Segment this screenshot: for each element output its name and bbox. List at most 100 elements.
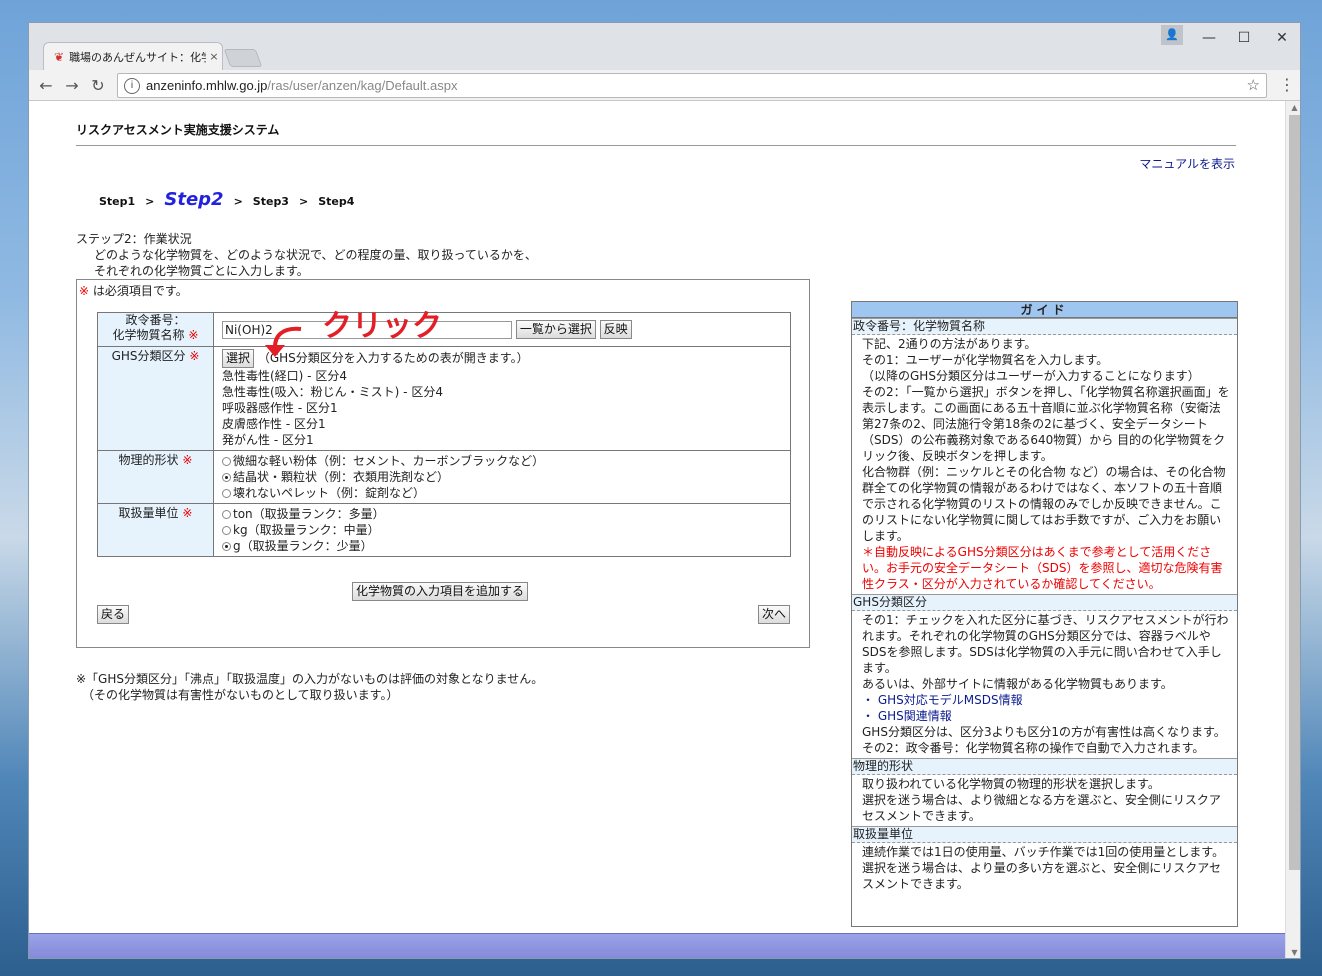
ghs-label: GHS分類区分 ※ [97, 346, 214, 451]
physical-option-label: 壊れないペレット（例：錠剤など） [233, 486, 426, 500]
footer-note-line: ※「GHS分類区分」「沸点」「取扱温度」の入力がないものは評価の対象となりません… [76, 672, 544, 686]
quantity-option[interactable]: ton（取扱量ランク：多量） [222, 506, 782, 522]
back-button[interactable]: 戻る [97, 605, 130, 624]
scrollbar-thumb[interactable] [1289, 115, 1300, 870]
ghs-item: 発がん性 - 区分1 [222, 433, 314, 447]
radio-button[interactable] [222, 526, 231, 535]
url-host: anzeninfo.mhlw.go.jp [146, 78, 268, 93]
footer-note: ※「GHS分類区分」「沸点」「取扱温度」の入力がないものは評価の対象となりません… [76, 671, 543, 703]
radio-button[interactable] [222, 489, 231, 498]
guide-text: あるいは、外部サイトに情報がある化学物質もあります。 [862, 677, 1173, 691]
close-window-icon[interactable]: ✕ [1267, 27, 1297, 49]
required-mark: ※ [189, 349, 200, 363]
ghs-select-button[interactable]: 選択 [222, 349, 255, 368]
vertical-scrollbar[interactable]: ▲ ▼ [1285, 101, 1300, 958]
ghs-item: 皮膚感作性 - 区分1 [222, 417, 326, 431]
input-form: ※ は必須項目です。 政令番号： 化学物質名称 ※ Ni(OH)2 一覧から選択… [76, 279, 810, 648]
browser-window: ❦ 職場のあんぜんサイト：化学 × 👤 — ☐ ✕ ← → ↻ i anzeni… [28, 22, 1301, 959]
minimize-icon[interactable]: — [1194, 27, 1224, 49]
physical-option[interactable]: 結晶状・顆粒状（例：衣類用洗剤など） [222, 469, 782, 485]
guide-text: その2：政令番号：化学物質名称の操作で自動で入力されます。 [862, 741, 1205, 755]
quantity-unit-label: 取扱量単位 ※ [97, 503, 214, 557]
user-profile-icon[interactable]: 👤 [1161, 25, 1183, 45]
step-separator: > [298, 195, 309, 208]
required-note: ※ は必須項目です。 [79, 282, 188, 299]
annotation-arrow-icon [265, 326, 302, 357]
ghs-item: 急性毒性(経口) - 区分4 [222, 369, 347, 383]
guide-text: （以降のGHS分類区分はユーザーが入力することになります） [862, 369, 1200, 383]
required-mark: ※ [182, 506, 193, 520]
bookmark-star-icon[interactable]: ☆ [1247, 76, 1260, 94]
add-chemical-button[interactable]: 化学物質の入力項目を追加する [352, 582, 529, 601]
physical-form-label: 物理的形状 ※ [97, 450, 214, 504]
chemical-label-line: 政令番号： [125, 313, 186, 327]
radio-button[interactable] [222, 457, 231, 466]
reflect-button[interactable]: 反映 [599, 320, 632, 339]
ghs-model-msds-link[interactable]: ・ GHS対応モデルMSDS情報 [862, 692, 1231, 708]
header-divider [76, 145, 1236, 146]
physical-form-label-text: 物理的形状 [118, 453, 179, 467]
ghs-item: 呼吸器感作性 - 区分1 [222, 401, 338, 415]
url-path: /ras/user/anzen/kag/Default.aspx [267, 78, 458, 93]
guide-text: 取り扱われている化学物質の物理的形状を選択します。 [862, 777, 1160, 791]
browser-chrome: ❦ 職場のあんぜんサイト：化学 × 👤 — ☐ ✕ ← → ↻ i anzeni… [29, 23, 1300, 101]
guide-section-heading: 取扱量単位 [852, 826, 1237, 843]
tab-title: 職場のあんぜんサイト：化学 [69, 50, 206, 64]
guide-section-heading: 政令番号：化学物質名称 [852, 318, 1237, 335]
step-description-line: どのような化学物質を、どのような状況で、どの程度の量、取り扱っているかを、 [94, 248, 537, 262]
ghs-related-info-link[interactable]: ・ GHS関連情報 [862, 708, 1231, 724]
quantity-option-label: g（取扱量ランク：少量） [233, 539, 373, 553]
guide-text: 選択を迷う場合は、より量の多い方を選ぶと、安全側にリスクアセスメントできます。 [862, 861, 1222, 891]
site-info-icon[interactable]: i [124, 77, 140, 94]
system-title: リスクアセスメント実施支援システム [76, 123, 280, 137]
browser-toolbar: ← → ↻ i anzeninfo.mhlw.go.jp/ras/user/an… [29, 70, 1300, 101]
quantity-option[interactable]: g（取扱量ランク：少量） [222, 538, 782, 554]
next-button[interactable]: 次へ [757, 605, 790, 624]
chemical-name-label: 政令番号： 化学物質名称 ※ [97, 312, 214, 347]
guide-text: その1：チェックを入れた区分に基づき、リスクアセスメントが行われます。それぞれの… [862, 613, 1229, 675]
guide-section-body: その1：チェックを入れた区分に基づき、リスクアセスメントが行われます。それぞれの… [852, 611, 1237, 758]
forward-arrow-icon[interactable]: → [61, 75, 83, 97]
guide-section-body: 取り扱われている化学物質の物理的形状を選択します。 選択を迷う場合は、より微細と… [852, 775, 1237, 826]
step-description-title: ステップ2：作業状況 [76, 232, 192, 246]
ghs-item: 急性毒性(吸入：粉じん・ミスト) - 区分4 [222, 385, 443, 399]
guide-text: 化合物群（例：ニッケルとその化合物 など）の場合は、その化合物群全ての化学物質の… [862, 465, 1226, 543]
required-mark: ※ [182, 453, 193, 467]
guide-section-heading: 物理的形状 [852, 758, 1237, 775]
guide-text: 選択を迷う場合は、より微細となる方を選ぶと、安全側にリスクアセスメントできます。 [862, 793, 1221, 823]
physical-option[interactable]: 微細な軽い粉体（例：セメント、カーボンブラックなど） [222, 453, 782, 469]
quantity-unit-label-text: 取扱量単位 [118, 506, 179, 520]
reload-icon[interactable]: ↻ [87, 75, 109, 97]
scroll-up-icon[interactable]: ▲ [1286, 103, 1300, 112]
radio-button-selected[interactable] [222, 473, 231, 482]
select-from-list-button[interactable]: 一覧から選択 [515, 320, 596, 339]
quantity-option[interactable]: kg（取扱量ランク：中量） [222, 522, 782, 538]
back-arrow-icon[interactable]: ← [35, 75, 57, 97]
browser-menu-icon[interactable]: ⋮ [1279, 75, 1295, 94]
guide-panel: ガイド 政令番号：化学物質名称 下記、2通りの方法があります。 その1：ユーザー… [851, 301, 1238, 927]
browser-tab[interactable]: ❦ 職場のあんぜんサイト：化学 × [43, 42, 223, 70]
scroll-down-icon[interactable]: ▼ [1286, 948, 1300, 957]
step-4: Step4 [318, 195, 355, 208]
guide-text: 下記、2通りの方法があります。 [862, 337, 1037, 351]
manual-link[interactable]: マニュアルを表示 [1139, 155, 1235, 172]
quantity-option-label: kg（取扱量ランク：中量） [233, 523, 380, 537]
guide-section-body: 下記、2通りの方法があります。 その1：ユーザーが化学物質名を入力します。 （以… [852, 335, 1237, 594]
radio-button-selected[interactable] [222, 542, 231, 551]
new-tab-button[interactable] [223, 49, 263, 67]
physical-option-label: 微細な軽い粉体（例：セメント、カーボンブラックなど） [233, 454, 545, 468]
guide-text: その2：「一覧から選択」ボタンを押し、「化学物質名称選択画面」を表示します。この… [862, 385, 1230, 463]
maximize-icon[interactable]: ☐ [1229, 27, 1259, 49]
site-favicon-icon: ❦ [54, 49, 65, 64]
guide-text: その1：ユーザーが化学物質名を入力します。 [862, 353, 1109, 367]
required-mark: ※ [79, 284, 90, 298]
tab-close-icon[interactable]: × [206, 50, 222, 63]
required-mark: ※ [188, 328, 199, 342]
ghs-label-text: GHS分類区分 [111, 349, 186, 363]
step-1: Step1 [99, 195, 136, 208]
physical-option-label: 結晶状・顆粒状（例：衣類用洗剤など） [233, 470, 450, 484]
address-bar[interactable]: i anzeninfo.mhlw.go.jp/ras/user/anzen/ka… [117, 73, 1267, 98]
radio-button[interactable] [222, 510, 231, 519]
required-note-text: は必須項目です。 [92, 284, 188, 298]
physical-option[interactable]: 壊れないペレット（例：錠剤など） [222, 485, 782, 501]
